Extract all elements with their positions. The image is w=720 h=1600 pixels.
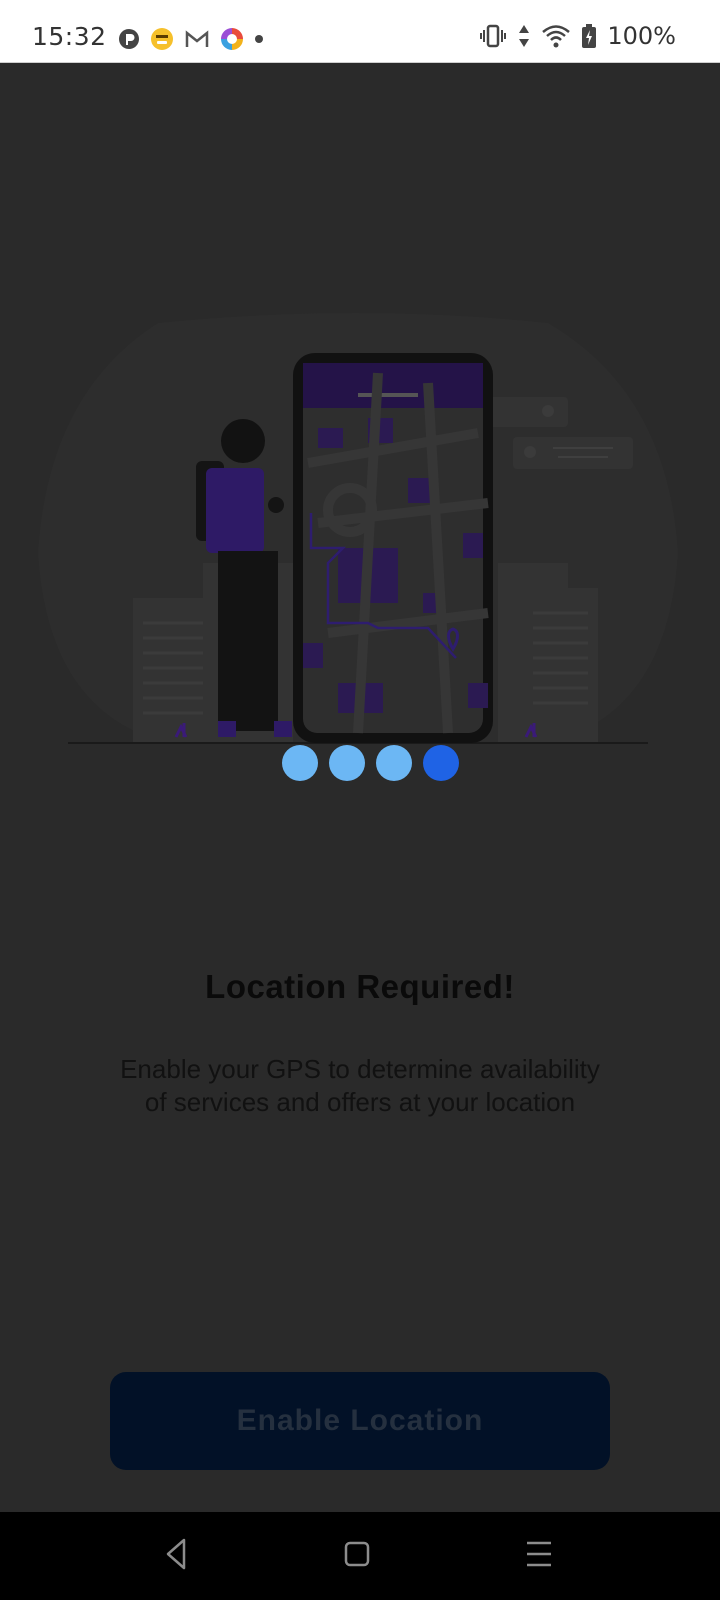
battery-percentage: 100% [607,22,676,50]
onboarding-screen: Location Required! Enable your GPS to de… [0,63,720,1512]
navigation-bar [0,1512,720,1600]
battery-charging-icon [582,24,597,48]
page-dot-1[interactable] [282,745,318,781]
page-dot-3[interactable] [376,745,412,781]
wifi-icon [542,25,571,48]
back-icon[interactable] [162,1536,190,1572]
data-arrows-icon [519,25,530,47]
recents-icon[interactable] [524,1536,554,1572]
color-app-icon [221,28,243,50]
emoji-icon [151,28,173,50]
system-icons: 100% [479,22,676,50]
app-p-icon [119,29,139,49]
location-illustration [38,313,678,744]
page-dot-2[interactable] [329,745,365,781]
vibrate-icon [480,24,507,48]
dot-icon [255,35,263,43]
status-time: 15:32 [32,22,107,51]
enable-location-button[interactable]: Enable Location [110,1372,610,1470]
onboarding-description: Enable your GPS to determine availabilit… [120,1054,600,1117]
gmail-icon [185,30,209,47]
page-indicator [282,745,459,781]
status-bar: 15:32 100% [0,0,720,63]
home-icon[interactable] [342,1536,372,1572]
onboarding-title: Location Required! [205,968,515,1005]
page-dot-4-active[interactable] [423,745,459,781]
notification-icons [118,27,264,51]
